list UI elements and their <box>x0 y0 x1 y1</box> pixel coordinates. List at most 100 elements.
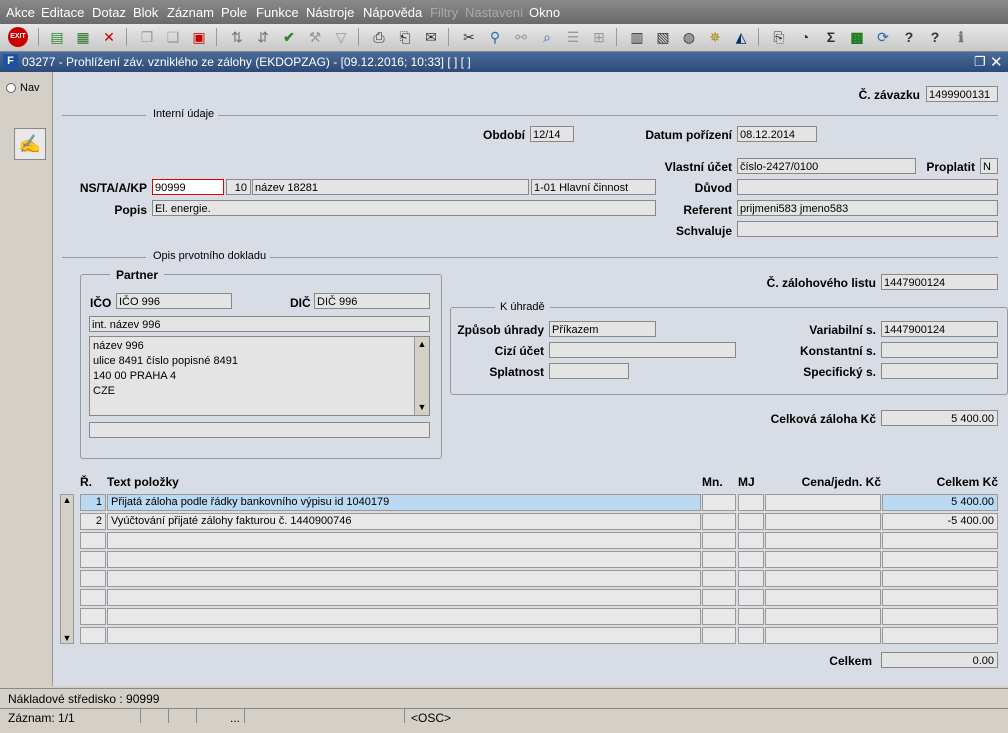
table-cell-cena[interactable] <box>765 513 881 530</box>
scroll-up-icon[interactable]: ▲ <box>415 337 429 352</box>
table-cell-mn[interactable] <box>702 513 736 530</box>
nav-button-icon[interactable]: ✍ <box>14 128 46 160</box>
sum-icon[interactable]: Σ <box>820 27 842 47</box>
referent-field[interactable]: prijmeni583 jmeno583 <box>737 200 998 216</box>
table-cell-empty[interactable] <box>702 608 736 625</box>
ico-field[interactable]: IČO 996 <box>116 293 232 309</box>
splatnost-field[interactable] <box>549 363 629 379</box>
partner-extra-field[interactable] <box>89 422 430 438</box>
help-icon[interactable]: ? <box>924 27 946 47</box>
menu-okno[interactable]: Okno <box>529 5 560 20</box>
table-cell-mn[interactable] <box>702 494 736 511</box>
print-icon[interactable]: ⎙ <box>368 27 390 47</box>
duplicate-record-icon[interactable]: ▦ <box>72 27 94 47</box>
table-cell-celkem[interactable]: -5 400.00 <box>882 513 998 530</box>
table-cell-empty[interactable] <box>80 608 106 625</box>
nav-radio[interactable] <box>6 83 16 93</box>
specificky-field[interactable] <box>881 363 998 379</box>
close-icon[interactable]: ✕ <box>990 53 1003 71</box>
navigate-icon[interactable]: ◭ <box>730 27 752 47</box>
sort-asc-icon[interactable]: ⇅ <box>226 27 248 47</box>
search-icon[interactable]: ⌕ <box>536 27 558 47</box>
menu-dotaz[interactable]: Dotaz <box>92 5 126 20</box>
table-cell-r[interactable]: 2 <box>80 513 106 530</box>
table-cell-empty[interactable] <box>80 627 106 644</box>
menu-funkce[interactable]: Funkce <box>256 5 299 20</box>
ns-field[interactable]: 90999 <box>152 179 224 195</box>
chart-icon[interactable]: ◔ <box>794 27 816 47</box>
help-context-icon[interactable]: ? <box>898 27 920 47</box>
clear-icon[interactable]: ▣ <box>188 27 210 47</box>
table-cell-celkem[interactable]: 5 400.00 <box>882 494 998 511</box>
table-cell-empty[interactable] <box>738 551 764 568</box>
table-cell-empty[interactable] <box>702 589 736 606</box>
table-cell-empty[interactable] <box>765 570 881 587</box>
vlastni-ucet-field[interactable]: číslo-2427/0100 <box>737 158 916 174</box>
insert-record-icon[interactable]: ▤ <box>46 27 68 47</box>
table-cell-r[interactable]: 1 <box>80 494 106 511</box>
proplatit-field[interactable]: N <box>980 158 998 174</box>
nazev-field[interactable]: název 18281 <box>252 179 529 195</box>
table-cell-mj[interactable] <box>738 494 764 511</box>
print-preview-icon[interactable]: ⎗ <box>394 27 416 47</box>
export-icon[interactable]: ⎘ <box>768 27 790 47</box>
zalohovy-list-field[interactable]: 1447900124 <box>881 274 998 290</box>
table-cell-cena[interactable] <box>765 494 881 511</box>
restore-icon[interactable]: ❐ <box>974 54 986 70</box>
menu-akce[interactable]: Akce <box>6 5 35 20</box>
check-icon[interactable]: ✔ <box>278 27 300 47</box>
table-cell-empty[interactable] <box>738 627 764 644</box>
table-cell-empty[interactable] <box>738 589 764 606</box>
scroll-down-icon[interactable]: ▼ <box>61 633 73 643</box>
table-cell-empty[interactable] <box>107 532 701 549</box>
info-icon[interactable]: ℹ <box>950 27 972 47</box>
table-cell-empty[interactable] <box>702 532 736 549</box>
table-cell-text[interactable]: Přijatá záloha podle řádky bankovního vý… <box>107 494 701 511</box>
table-cell-empty[interactable] <box>882 627 998 644</box>
table-cell-empty[interactable] <box>882 532 998 549</box>
obdobi-field[interactable]: 12/14 <box>530 126 574 142</box>
exit-icon[interactable]: EXIT <box>8 27 28 47</box>
table-cell-empty[interactable] <box>80 570 106 587</box>
table-cell-empty[interactable] <box>702 551 736 568</box>
konstantni-field[interactable] <box>881 342 998 358</box>
popis-field[interactable]: El. energie. <box>152 200 656 216</box>
table-cell-empty[interactable] <box>765 589 881 606</box>
table-cell-text[interactable]: Vyúčtování přijaté zálohy fakturou č. 14… <box>107 513 701 530</box>
table-cell-empty[interactable] <box>107 608 701 625</box>
celkova-zaloha-field[interactable]: 5 400.00 <box>881 410 998 426</box>
attachment-icon[interactable]: ⚲ <box>484 27 506 47</box>
table-scrollbar[interactable]: ▲ ▼ <box>60 494 74 644</box>
table-cell-empty[interactable] <box>738 570 764 587</box>
table-cell-empty[interactable] <box>765 608 881 625</box>
table-cell-empty[interactable] <box>882 570 998 587</box>
table-cell-empty[interactable] <box>702 570 736 587</box>
table-cell-empty[interactable] <box>80 551 106 568</box>
table-cell-empty[interactable] <box>738 608 764 625</box>
table-cell-empty[interactable] <box>738 532 764 549</box>
menu-napoveda[interactable]: Nápověda <box>363 5 422 20</box>
delete-record-icon[interactable]: ✕ <box>98 27 120 47</box>
table-cell-empty[interactable] <box>107 627 701 644</box>
mail-icon[interactable]: ✉ <box>420 27 442 47</box>
datum-porizeni-field[interactable]: 08.12.2014 <box>737 126 817 142</box>
address-scrollbar[interactable]: ▲ ▼ <box>414 337 429 415</box>
menu-zaznam[interactable]: Záznam <box>167 5 214 20</box>
dic-field[interactable]: DIČ 996 <box>314 293 430 309</box>
save-icon[interactable]: ▧ <box>652 27 674 47</box>
scroll-down-icon[interactable]: ▼ <box>415 400 429 415</box>
table-cell-empty[interactable] <box>882 608 998 625</box>
schvaluje-field[interactable] <box>737 221 998 237</box>
zpusob-uhrady-field[interactable]: Příkazem <box>549 321 656 337</box>
duvod-field[interactable] <box>737 179 998 195</box>
document-icon[interactable]: ▥ <box>626 27 648 47</box>
menu-editace[interactable]: Editace <box>41 5 84 20</box>
table-cell-empty[interactable] <box>765 532 881 549</box>
table-cell-empty[interactable] <box>80 589 106 606</box>
table-cell-empty[interactable] <box>882 551 998 568</box>
table-cell-empty[interactable] <box>107 551 701 568</box>
variabilni-field[interactable]: 1447900124 <box>881 321 998 337</box>
scissors-icon[interactable]: ✂ <box>458 27 480 47</box>
celkem-field[interactable]: 0.00 <box>881 652 998 668</box>
cizi-ucet-field[interactable] <box>549 342 736 358</box>
